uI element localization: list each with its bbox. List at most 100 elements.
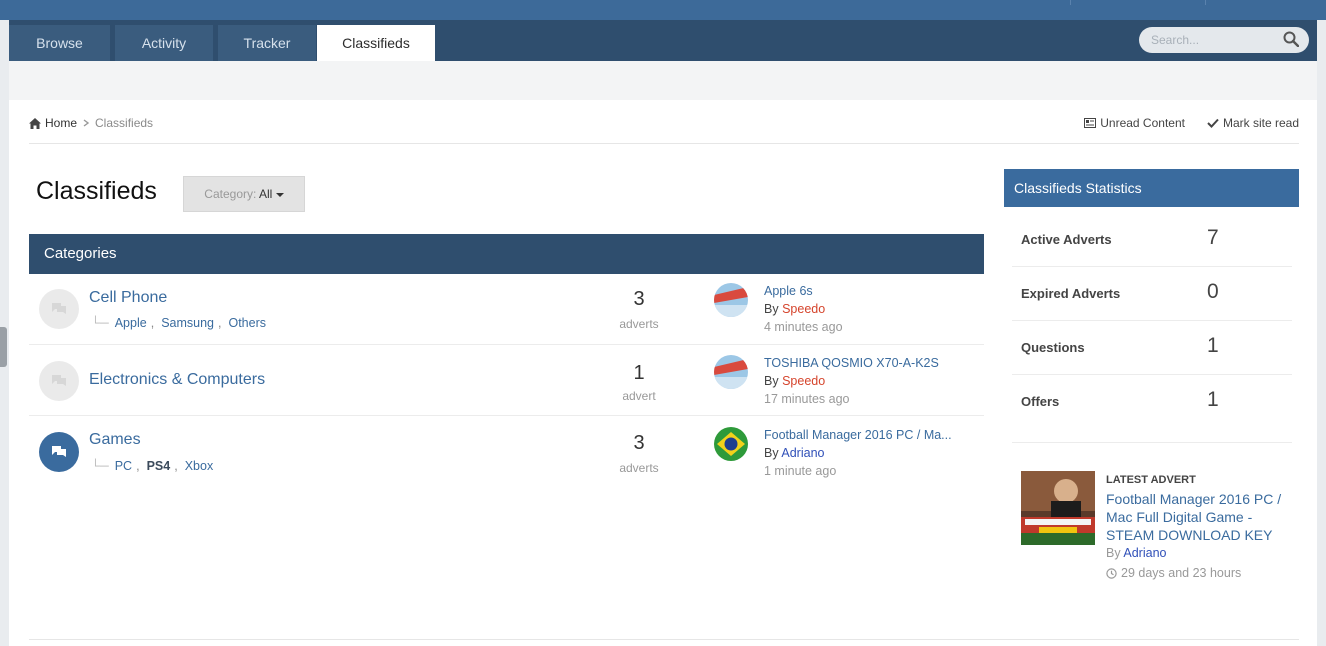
subcategory-link[interactable]: PC — [115, 459, 132, 473]
stat-value: 7 — [1207, 226, 1219, 249]
main-nav: Browse Activity Tracker Classifieds Sear… — [9, 20, 1317, 61]
breadcrumb-home[interactable]: Home — [45, 116, 77, 130]
page-title: Classifieds — [36, 177, 157, 205]
sub-nav-bar — [9, 61, 1317, 100]
breadcrumb-actions: Unread Content Mark site read — [1084, 116, 1299, 130]
advert-count-unit: adverts — [619, 461, 659, 475]
top-bar-divider — [1070, 0, 1071, 5]
stat-value: 1 — [1207, 388, 1219, 411]
user-avatar[interactable] — [714, 355, 748, 389]
stat-label: Active Adverts — [1021, 232, 1112, 247]
side-feedback-tab[interactable] — [0, 327, 7, 367]
subcategory-link[interactable]: Apple — [115, 316, 147, 330]
unread-content-label: Unread Content — [1100, 116, 1185, 130]
by-label: By — [764, 446, 779, 460]
subcategory-connector: └─ — [91, 316, 109, 330]
latest-advert-author: By Speedo — [764, 374, 825, 388]
category-filter-value: All — [259, 187, 273, 201]
author-link[interactable]: Speedo — [782, 302, 825, 316]
home-icon — [29, 117, 41, 129]
category-row: Electronics & Computers 1 advert TOSHIBA… — [29, 345, 984, 416]
search-placeholder: Search... — [1151, 33, 1200, 47]
advert-count-unit: adverts — [619, 317, 659, 331]
mark-site-read-link[interactable]: Mark site read — [1207, 116, 1299, 130]
category-name-games[interactable]: Games — [89, 431, 141, 449]
latest-advert-link[interactable]: Football Manager 2016 PC / Ma... — [764, 428, 969, 442]
advert-count: 1 — [633, 362, 645, 384]
latest-advert-author: By Speedo — [764, 302, 825, 316]
tab-classifieds[interactable]: Classifieds — [317, 25, 435, 61]
category-row: Games └─ PC, PS4, Xbox 3 adverts Footbal… — [29, 416, 984, 487]
breadcrumb: Home Classifieds — [29, 116, 153, 130]
subcategory-link[interactable]: PS4 — [147, 459, 171, 473]
clock-icon — [1106, 567, 1117, 579]
stat-value: 1 — [1207, 334, 1219, 357]
unread-content-link[interactable]: Unread Content — [1084, 116, 1185, 130]
stat-label: Questions — [1021, 340, 1085, 355]
category-icon — [39, 289, 79, 329]
caret-down-icon — [275, 193, 284, 197]
category-icon — [39, 432, 79, 472]
latest-advert-thumbnail[interactable] — [1021, 471, 1095, 545]
latest-advert-link[interactable]: Apple 6s — [764, 284, 969, 298]
subcategory-link[interactable]: Xbox — [185, 459, 214, 473]
stat-value: 0 — [1207, 280, 1219, 303]
latest-advert-link[interactable]: TOSHIBA QOSMIO X70-A-K2S — [764, 356, 969, 370]
chevron-right-icon — [83, 119, 90, 127]
author-link[interactable]: Adriano — [1123, 546, 1166, 560]
stat-row: Offers 1 — [1012, 376, 1292, 443]
latest-advert-time: 1 minute ago — [764, 464, 837, 478]
category-icon — [39, 361, 79, 401]
tab-activity[interactable]: Activity — [115, 25, 213, 61]
advert-count: 3 — [633, 432, 645, 454]
category-name-cell-phone[interactable]: Cell Phone — [89, 289, 167, 307]
comments-icon — [52, 446, 66, 457]
latest-advert-time-text: 29 days and 23 hours — [1121, 566, 1242, 580]
top-bar — [0, 0, 1326, 20]
latest-advert-author: By Adriano — [764, 446, 824, 460]
main-content: Home Classifieds Unread Content Mark sit… — [9, 100, 1317, 646]
subcategory-link[interactable]: Samsung — [161, 316, 214, 330]
categories-header: Categories — [29, 234, 984, 274]
author-link[interactable]: Adriano — [781, 446, 824, 460]
divider — [29, 143, 1299, 144]
tab-browse[interactable]: Browse — [9, 25, 110, 61]
search-icon[interactable] — [1283, 31, 1299, 47]
divider — [29, 639, 1299, 640]
latest-advert-time: 4 minutes ago — [764, 320, 843, 334]
category-filter-label: Category: — [204, 187, 257, 201]
category-name-electronics[interactable]: Electronics & Computers — [89, 371, 265, 389]
advert-count-unit: advert — [622, 389, 656, 403]
subcategory-connector: └─ — [91, 459, 109, 473]
tab-tracker[interactable]: Tracker — [218, 25, 316, 61]
user-avatar[interactable] — [714, 427, 748, 461]
by-label: By — [764, 374, 779, 388]
top-bar-divider — [1205, 0, 1206, 5]
comments-icon — [52, 303, 66, 314]
breadcrumb-current[interactable]: Classifieds — [95, 116, 153, 130]
subcategory-list: └─ Apple, Samsung, Others — [91, 316, 266, 330]
latest-advert-title-link[interactable]: Football Manager 2016 PC / Mac Full Digi… — [1106, 490, 1286, 544]
stat-row: Active Adverts 7 — [1012, 214, 1292, 267]
stat-row: Expired Adverts 0 — [1012, 268, 1292, 321]
mark-site-read-label: Mark site read — [1222, 116, 1299, 130]
advert-count: 3 — [633, 288, 645, 310]
author-link[interactable]: Speedo — [782, 374, 825, 388]
check-icon — [1207, 118, 1219, 128]
latest-advert-time: 17 minutes ago — [764, 392, 850, 406]
latest-advert-tag: LATEST ADVERT — [1106, 474, 1196, 486]
newspaper-icon — [1084, 118, 1097, 128]
subcategory-link[interactable]: Others — [228, 316, 266, 330]
user-avatar[interactable] — [714, 283, 748, 317]
stats-header: Classifieds Statistics — [1004, 169, 1299, 207]
stat-label: Offers — [1021, 394, 1060, 409]
stat-label: Expired Adverts — [1021, 286, 1121, 301]
subcategory-list: └─ PC, PS4, Xbox — [91, 459, 214, 473]
comments-icon — [52, 375, 66, 386]
category-filter-button[interactable]: Category: All — [183, 176, 305, 212]
stat-row: Questions 1 — [1012, 322, 1292, 375]
search-input[interactable]: Search... — [1139, 27, 1309, 53]
by-label: By — [764, 302, 779, 316]
latest-advert-time: 29 days and 23 hours — [1106, 566, 1241, 580]
latest-advert-author: By Adriano — [1106, 546, 1166, 560]
